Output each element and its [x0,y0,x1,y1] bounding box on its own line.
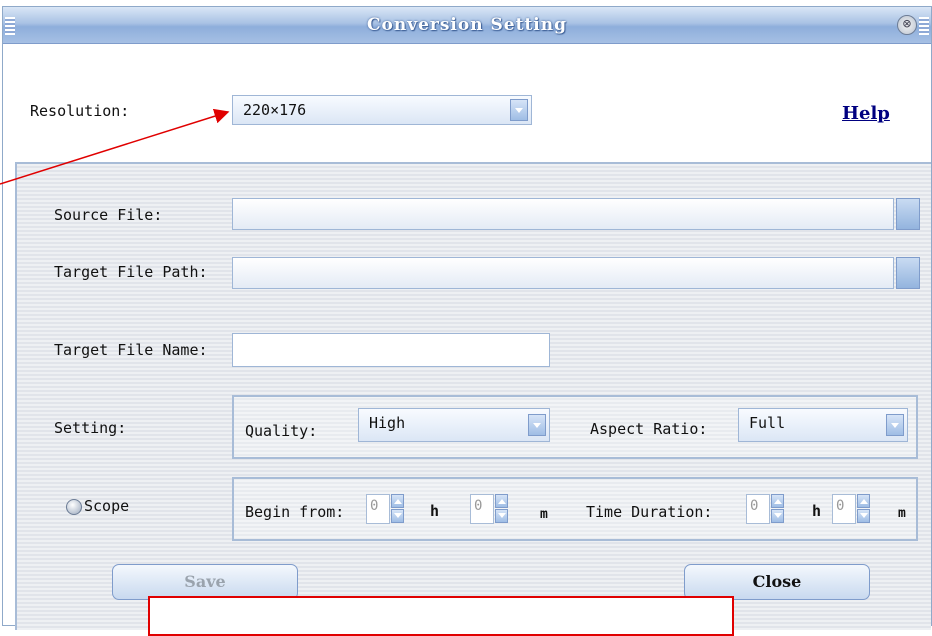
annotation-callout-box [148,596,734,636]
annotation-arrow [0,108,230,185]
